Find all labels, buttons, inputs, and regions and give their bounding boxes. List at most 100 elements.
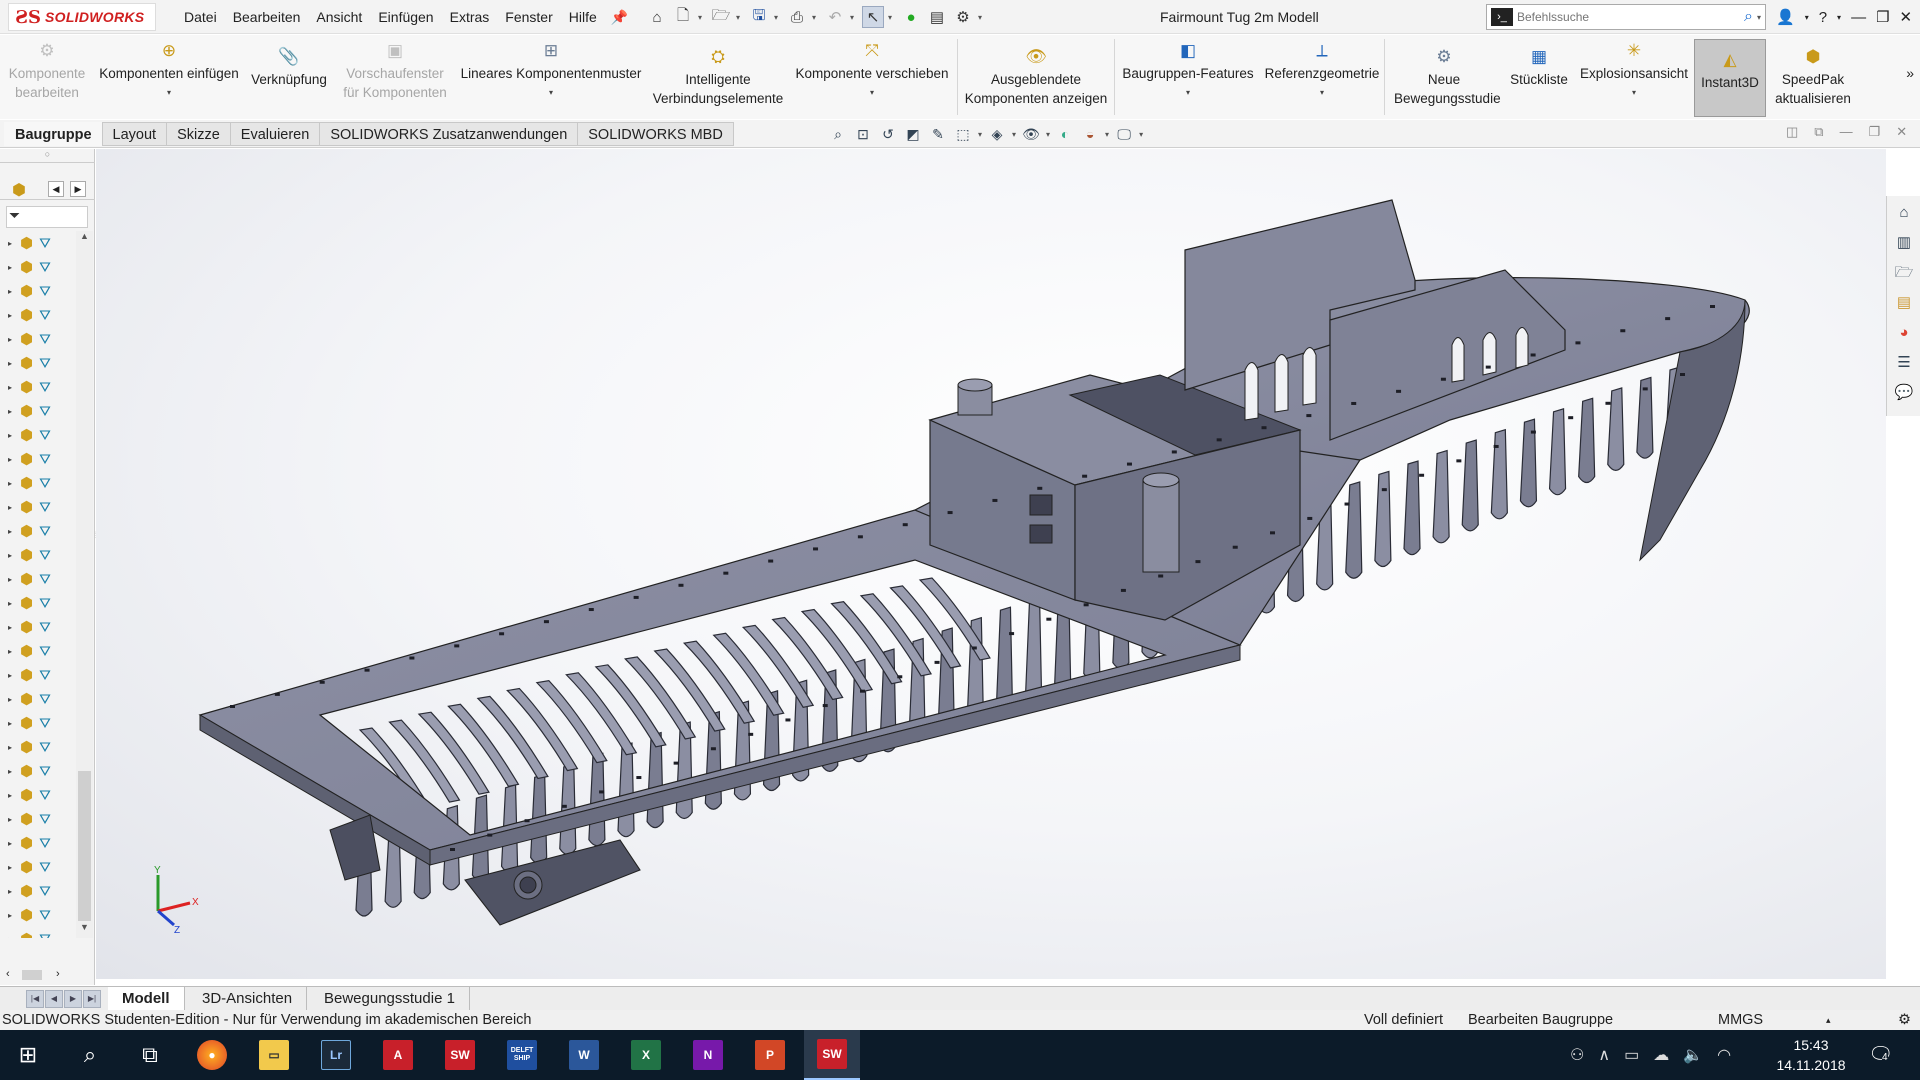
start-button[interactable]: ⊞ [0,1030,56,1080]
instant3d-button[interactable]: ◭ Instant3D [1694,39,1766,117]
speedpak-button[interactable]: ⬢ SpeedPak aktualisieren [1770,47,1856,108]
expand-arrow-icon[interactable]: ▸ [8,623,14,632]
expand-arrow-icon[interactable]: ▸ [8,767,14,776]
taskbar-lightroom[interactable]: Lr [308,1030,364,1080]
expand-arrow-icon[interactable]: ▸ [8,695,14,704]
tab-left-arrow-icon[interactable]: ◀ [48,181,64,197]
new-motion-study-button[interactable]: ⚙ Neue Bewegungsstudie [1386,47,1502,108]
tab-bewegungsstudie[interactable]: Bewegungsstudie 1 [310,987,470,1011]
expand-arrow-icon[interactable]: ▸ [8,407,14,416]
expand-arrow-icon[interactable]: ▸ [8,359,14,368]
tab-right-arrow-icon[interactable]: ▶ [70,181,86,197]
expand-arrow-icon[interactable]: ▸ [8,791,14,800]
last-tab-icon[interactable]: ▶| [83,990,101,1008]
forum-icon[interactable]: 💬 [1891,380,1917,406]
tree-filter[interactable]: ⏷ [6,206,88,228]
edit-appearance-icon[interactable]: ◐ [1055,124,1075,144]
help-dropdown-icon[interactable]: ▾ [1837,13,1841,22]
view-orientation-dropdown-icon[interactable]: ▾ [978,130,982,139]
tab-3d-ansichten[interactable]: 3D-Ansichten [188,987,308,1011]
undo-dropdown-icon[interactable]: ▾ [850,13,858,22]
view-orientation-icon[interactable]: ⬚ [953,124,973,144]
more-commands-icon[interactable]: » [1906,65,1914,81]
tree-item[interactable]: ▸ ⬢ ⛛ [0,687,76,711]
linear-pattern-dropdown-icon[interactable]: ▾ [454,83,648,102]
tab-modell[interactable]: Modell [108,987,185,1011]
mate-button[interactable]: 📎 Verknüpfung [246,47,332,89]
reference-geometry-dropdown-icon[interactable]: ▾ [1260,83,1384,102]
select-cursor-icon[interactable]: ↖ [862,6,884,28]
select-dropdown-icon[interactable]: ▾ [888,13,896,22]
traffic-light-icon[interactable]: ● [900,6,922,28]
tree-item[interactable]: ▸ ⬢ ⛛ [0,351,76,375]
viewport-minimize-icon[interactable]: — [1840,124,1853,140]
assembly-features-button[interactable]: ◧ Baugruppen-Features ▾ [1116,41,1260,102]
search-dropdown-icon[interactable]: ▾ [1757,13,1765,22]
expand-arrow-icon[interactable]: ▸ [8,551,14,560]
exploded-view-dropdown-icon[interactable]: ▾ [1576,83,1692,102]
show-hidden-button[interactable]: 👁 Ausgeblendete Komponenten anzeigen [960,47,1112,108]
taskbar-excel[interactable]: X [618,1030,674,1080]
design-library-icon[interactable]: ▥ [1891,230,1917,256]
expand-arrow-icon[interactable]: ▸ [8,647,14,656]
hide-show-dropdown-icon[interactable]: ▾ [1046,130,1050,139]
hscroll-left-icon[interactable]: ‹ [6,968,10,980]
expand-arrow-icon[interactable]: ▸ [8,815,14,824]
tree-horizontal-scrollbar[interactable]: ‹ › [0,967,95,983]
new-dropdown-icon[interactable]: ▾ [698,13,706,22]
menu-ansicht[interactable]: Ansicht [308,9,370,25]
next-tab-icon[interactable]: ▶ [64,990,82,1008]
expand-arrow-icon[interactable]: ▸ [8,719,14,728]
command-search-input[interactable] [1517,10,1745,24]
tug-hull-model[interactable] [96,149,1886,979]
expand-arrow-icon[interactable]: ▸ [8,887,14,896]
bom-button[interactable]: ▦ Stückliste [1504,47,1574,89]
tree-item[interactable]: ▸ ⬢ ⛛ [0,831,76,855]
tree-item[interactable]: ▸ ⬢ ⛛ [0,759,76,783]
insert-components-button[interactable]: ⊕ Komponenten einfügen ▾ [94,41,244,102]
tab-evaluieren[interactable]: Evaluieren [229,122,321,146]
tree-item[interactable]: ▸ ⬢ ⛛ [0,591,76,615]
undo-icon[interactable]: ↶ [824,6,846,28]
tab-skizze[interactable]: Skizze [166,122,231,146]
tree-item[interactable]: ▸ ⬢ ⛛ [0,879,76,903]
viewport-cascade-icon[interactable]: ⧉ [1814,124,1823,140]
taskbar-file-explorer[interactable]: ▭ [246,1030,302,1080]
close-icon[interactable]: ✕ [1900,8,1913,26]
expand-arrow-icon[interactable]: ▸ [8,911,14,920]
dynamic-annotation-icon[interactable]: ✎ [928,124,948,144]
prev-tab-icon[interactable]: ◀ [45,990,63,1008]
expand-arrow-icon[interactable]: ▸ [8,503,14,512]
scroll-thumb[interactable] [78,771,91,921]
expand-arrow-icon[interactable]: ▸ [8,839,14,848]
pin-icon[interactable]: 📌 [611,9,628,26]
help-icon[interactable]: ? [1819,9,1827,26]
tab-layout[interactable]: Layout [101,122,168,146]
expand-arrow-icon[interactable]: ▸ [8,935,14,939]
tree-item[interactable]: ▸ ⬢ ⛛ [0,231,76,255]
expand-arrow-icon[interactable]: ▸ [8,239,14,248]
tree-item[interactable]: ▸ ⬢ ⛛ [0,495,76,519]
tree-item[interactable]: ▸ ⬢ ⛛ [0,927,76,939]
file-explorer-icon[interactable]: 🗁 [1891,260,1917,286]
tree-item[interactable]: ▸ ⬢ ⛛ [0,375,76,399]
show-hidden-icons-icon[interactable]: ∧ [1598,1045,1610,1065]
tree-item[interactable]: ▸ ⬢ ⛛ [0,471,76,495]
file-properties-icon[interactable]: ▤ [926,6,948,28]
custom-properties-icon[interactable]: ☰ [1891,350,1917,376]
expand-arrow-icon[interactable]: ▸ [8,743,14,752]
clock[interactable]: 15:43 14.11.2018 [1766,1035,1856,1075]
exploded-view-button[interactable]: ✳ Explosionsansicht ▾ [1576,41,1692,102]
scroll-up-icon[interactable]: ▲ [76,231,93,247]
taskbar-firefox[interactable]: ● [184,1030,240,1080]
tree-item[interactable]: ▸ ⬢ ⛛ [0,447,76,471]
tab-baugruppe[interactable]: Baugruppe [4,122,103,146]
tree-item[interactable]: ▸ ⬢ ⛛ [0,423,76,447]
print-dropdown-icon[interactable]: ▾ [812,13,820,22]
scene-dropdown-icon[interactable]: ▾ [1105,130,1109,139]
viewport-close-icon[interactable]: ✕ [1896,124,1907,140]
search-icon[interactable]: ⌕ [1744,8,1753,26]
tree-item[interactable]: ▸ ⬢ ⛛ [0,639,76,663]
home-icon[interactable]: ⌂ [646,6,668,28]
view-settings-icon[interactable]: 🖵 [1114,124,1134,144]
